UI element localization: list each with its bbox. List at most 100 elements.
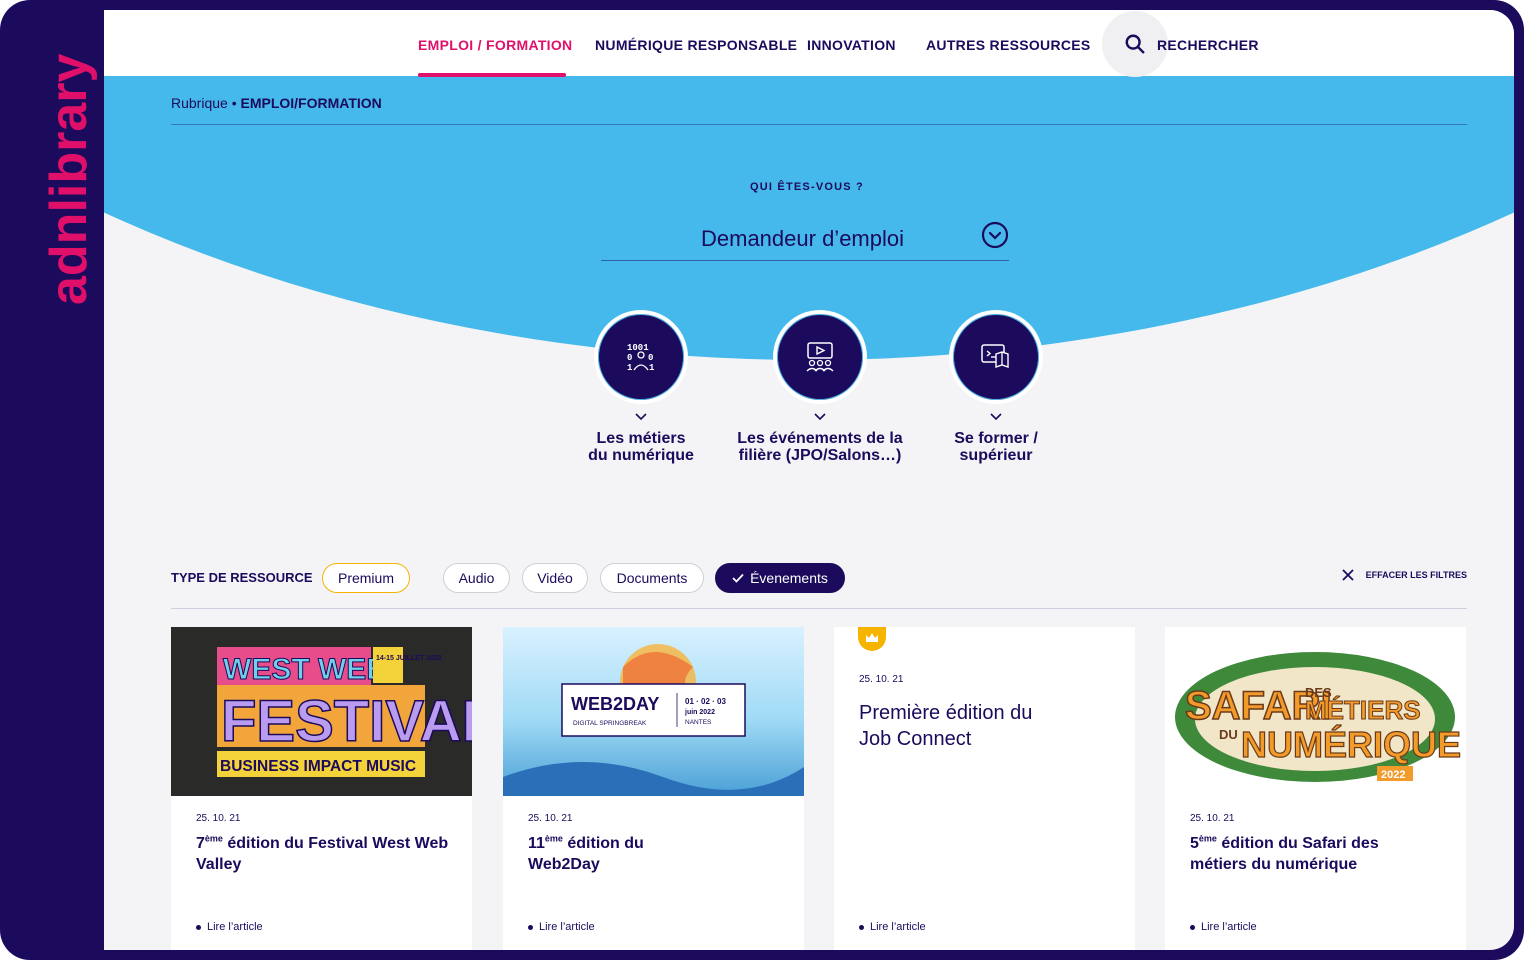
sidebar: adnlibrary: [0, 0, 104, 960]
chip-premium[interactable]: Premium: [322, 563, 410, 593]
card-title-sup: ème: [204, 833, 223, 844]
article-card[interactable]: SAFARI DES MÉTIERS DU NUMÉRIQUE 2022 25.…: [1165, 627, 1466, 950]
poster-year: 2022: [1381, 769, 1405, 781]
article-card[interactable]: WEST WEB 14-15 JUILLET 2022 FESTIVAL BUS…: [171, 627, 472, 950]
card-date: 25. 10. 21: [196, 813, 241, 824]
checkmark-icon: [732, 573, 744, 583]
card-title: 11ème édition du Web2Day: [528, 833, 658, 875]
category-se-former[interactable]: Se former / supérieur: [896, 310, 1096, 464]
article-card[interactable]: 25. 10. 21 Première édition du Job Conne…: [834, 627, 1135, 950]
category-label-line1: Les événements de la: [737, 430, 903, 447]
svg-text:0: 0: [648, 353, 653, 363]
chip-audio[interactable]: Audio: [443, 563, 510, 593]
chip-evenements-label: Évenements: [750, 570, 828, 586]
nav-numerique-responsable[interactable]: NUMÉRIQUE RESPONSABLE: [595, 37, 797, 53]
crown-icon: [866, 633, 878, 642]
adn-library-logo[interactable]: adnlibrary: [46, 30, 106, 320]
app-frame: adnlibrary EMPLOI / FORMATION NUMÉRIQUE …: [0, 0, 1524, 960]
category-label-line1: Se former /: [954, 430, 1038, 447]
svg-text:1: 1: [649, 363, 655, 373]
read-article-link[interactable]: Lire l’article: [1190, 921, 1257, 933]
breadcrumb: Rubrique • EMPLOI/FORMATION: [171, 95, 382, 111]
breadcrumb-divider: [171, 124, 1467, 125]
card-title-number: 7: [196, 835, 205, 852]
nav-autres-ressources[interactable]: AUTRES RESSOURCES: [926, 37, 1091, 53]
filter-title: TYPE DE RESSOURCE: [171, 570, 313, 585]
search-icon[interactable]: [1124, 33, 1146, 55]
poster-dates: 01 · 02 · 03: [685, 697, 726, 706]
svg-text:1001: 1001: [627, 343, 649, 353]
filters-divider: [171, 608, 1467, 609]
card-date: 25. 10. 21: [859, 674, 904, 685]
breadcrumb-current[interactable]: EMPLOI/FORMATION: [241, 95, 382, 111]
category-label: Se former / supérieur: [896, 430, 1096, 464]
card-image-west-web-festival: WEST WEB 14-15 JUILLET 2022 FESTIVAL BUS…: [171, 627, 472, 796]
category-label-line2: supérieur: [959, 447, 1033, 464]
search-label[interactable]: RECHERCHER: [1157, 37, 1259, 53]
category-label-line1: Les métiers: [596, 430, 686, 447]
svg-text:0: 0: [627, 353, 632, 363]
card-title: 5ème édition du Safari des métiers du nu…: [1190, 833, 1420, 875]
poster-du: DU: [1219, 727, 1238, 742]
breadcrumb-prefix: Rubrique •: [171, 95, 237, 111]
card-image-web2day: WEB2DAY DIGITAL SPRINGBREAK 01 · 02 · 03…: [503, 627, 804, 796]
card-date: 25. 10. 21: [1190, 813, 1235, 824]
safari-poster-image: SAFARI DES MÉTIERS DU NUMÉRIQUE 2022: [1175, 652, 1462, 782]
poster-line2: FESTIVAL: [221, 689, 472, 754]
card-title-number: 11: [528, 835, 545, 852]
category-evenements[interactable]: Les événements de la filière (JPO/Salons…: [720, 310, 920, 464]
festival-poster-image: WEST WEB 14-15 JUILLET 2022 FESTIVAL BUS…: [217, 647, 472, 777]
chevron-down-icon: [635, 413, 647, 421]
poster-line3: BUSINESS IMPACT MUSIC: [220, 758, 416, 775]
category-icon-circle: [949, 310, 1043, 404]
chevron-down-circle-icon[interactable]: [981, 221, 1009, 249]
poster-city: NANTES: [685, 719, 712, 726]
category-label-line2: du numérique: [588, 447, 694, 464]
category-label: Les événements de la filière (JPO/Salons…: [720, 430, 920, 464]
nav-innovation[interactable]: INNOVATION: [807, 37, 896, 53]
chip-video[interactable]: Vidéo: [522, 563, 588, 593]
presentation-audience-icon: [806, 342, 834, 372]
article-card[interactable]: WEB2DAY DIGITAL SPRINGBREAK 01 · 02 · 03…: [503, 627, 804, 950]
web2day-poster-image: WEB2DAY DIGITAL SPRINGBREAK 01 · 02 · 03…: [503, 644, 804, 796]
top-navigation: EMPLOI / FORMATION NUMÉRIQUE RESPONSABLE…: [104, 10, 1514, 77]
read-article-link[interactable]: Lire l’article: [196, 921, 263, 933]
category-label: Les métiers du numérique: [541, 430, 741, 464]
nav-emploi-formation[interactable]: EMPLOI / FORMATION: [418, 37, 572, 53]
profile-select[interactable]: Demandeur d’emploi: [601, 215, 1009, 261]
card-title-number: 5: [1190, 835, 1199, 852]
card-image-safari: SAFARI DES MÉTIERS DU NUMÉRIQUE 2022: [1165, 627, 1466, 796]
profile-select-value: Demandeur d’emploi: [701, 226, 904, 251]
poster-line2: NUMÉRIQUE: [1241, 724, 1461, 765]
svg-text:1: 1: [627, 363, 633, 373]
poster-dates: 14-15 JUILLET 2022: [376, 655, 442, 662]
chip-evenements[interactable]: Évenements: [715, 563, 845, 593]
card-date: 25. 10. 21: [528, 813, 573, 824]
read-article-link[interactable]: Lire l’article: [528, 921, 595, 933]
card-title: Première édition du Job Connect: [859, 702, 1033, 750]
card-title-text: édition du Safari des métiers du numériq…: [1190, 835, 1379, 873]
chip-documents[interactable]: Documents: [600, 563, 704, 593]
poster-name: WEB2DAY: [571, 694, 659, 714]
read-article-link[interactable]: Lire l’article: [859, 921, 926, 933]
card-title: 7ème édition du Festival West Web Valley: [196, 833, 456, 875]
chevron-down-icon: [814, 413, 826, 421]
card-title-sup: ème: [1198, 833, 1217, 844]
clear-filters-button[interactable]: EFFACER LES FILTRES: [1342, 569, 1467, 581]
category-icon-circle: 1001 0 0 1 1: [594, 310, 688, 404]
category-metiers[interactable]: 1001 0 0 1 1 Les métiers du numérique: [541, 310, 741, 464]
category-icon-circle: [773, 310, 867, 404]
close-icon[interactable]: [1342, 569, 1354, 581]
chevron-down-icon: [990, 413, 1002, 421]
poster-line1: WEST WEB: [223, 653, 388, 686]
clear-filters-label: EFFACER LES FILTRES: [1365, 570, 1467, 580]
profile-question-label: QUI ÊTES-VOUS ?: [750, 181, 864, 193]
poster-month: juin 2022: [684, 709, 715, 716]
main-screen: EMPLOI / FORMATION NUMÉRIQUE RESPONSABLE…: [104, 10, 1514, 950]
resource-filters: TYPE DE RESSOURCE Premium Audio Vidéo Do…: [171, 562, 1467, 596]
nav-active-underline: [418, 73, 566, 77]
poster-tagline: DIGITAL SPRINGBREAK: [573, 720, 647, 727]
category-label-line2: filière (JPO/Salons…): [738, 447, 902, 464]
poster-metiers: MÉTIERS: [1305, 695, 1421, 725]
binary-people-icon: 1001 0 0 1 1: [627, 343, 655, 373]
